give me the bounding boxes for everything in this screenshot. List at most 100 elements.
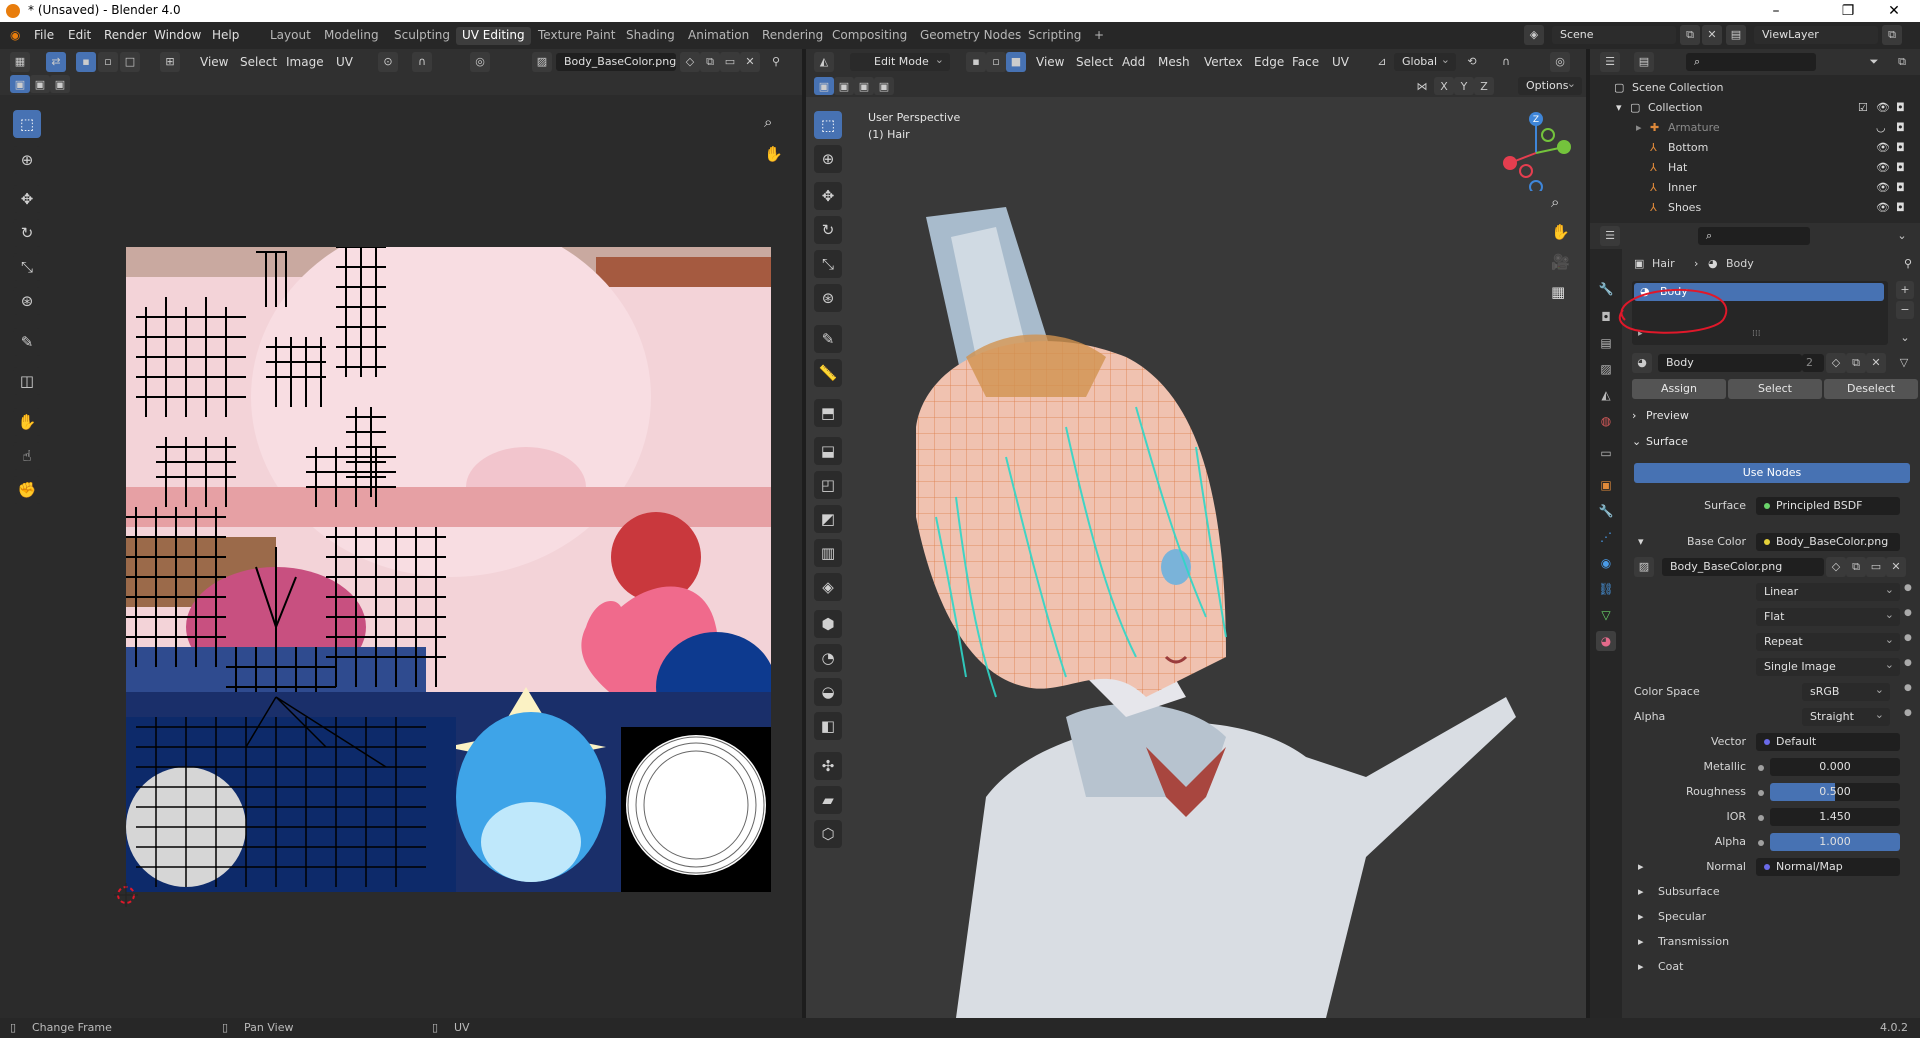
outliner-collection[interactable]: ▾ ▢ Collection ☑ 👁 ◘ xyxy=(1590,99,1905,119)
list-resize-handle[interactable]: ⁞⁞⁞ xyxy=(1752,329,1761,339)
move-3d-tool[interactable]: ✥ xyxy=(814,182,842,210)
tab-sculpting[interactable]: Sculpting xyxy=(388,27,456,45)
new-scene-icon[interactable]: ⧉ xyxy=(1680,25,1700,45)
extrude-tool[interactable]: ⬓ xyxy=(814,437,842,465)
transform-3d-tool[interactable]: ⊛ xyxy=(814,284,842,312)
material-name-field[interactable]: Body xyxy=(1658,354,1802,372)
collection-tab-icon[interactable]: ▭ xyxy=(1596,443,1616,463)
image-name-field[interactable]: Body_BaseColor.png xyxy=(556,53,676,71)
blender-menu-icon[interactable]: ◉ xyxy=(10,28,20,42)
annotate-3d-tool[interactable]: ✎ xyxy=(814,325,842,353)
pin-icon[interactable]: ⚲ xyxy=(766,52,786,72)
texture-open-icon[interactable]: ▭ xyxy=(1866,557,1886,577)
base-color-expand-icon[interactable]: ▾ xyxy=(1638,535,1644,548)
vertex-mode-icon[interactable]: ▪ xyxy=(966,52,986,72)
surface-shader-field[interactable]: Principled BSDF xyxy=(1756,497,1900,515)
viewport-editor-type-icon[interactable]: ◭ xyxy=(814,52,834,72)
assign-button[interactable]: Assign xyxy=(1632,379,1726,399)
rotate-3d-tool[interactable]: ↻ xyxy=(814,216,842,244)
filter-icon[interactable]: ⏷ xyxy=(1864,52,1884,72)
armature-camera-icon[interactable]: ◘ xyxy=(1896,121,1905,134)
annotate-tool[interactable]: ✎ xyxy=(13,328,41,356)
roughness-slider[interactable]: 0.500 xyxy=(1770,783,1900,801)
transform-tool[interactable]: ⊛ xyxy=(13,287,41,315)
tab-compositing[interactable]: Compositing xyxy=(826,27,913,45)
unlink-material-icon[interactable]: ✕ xyxy=(1866,353,1886,373)
viewport-menu-vertex[interactable]: Vertex xyxy=(1204,55,1243,69)
rip-region-tool[interactable]: ⬡ xyxy=(814,820,842,848)
tab-texture-paint[interactable]: Texture Paint xyxy=(532,27,621,45)
mode-selector[interactable]: Edit Mode xyxy=(850,53,950,71)
mirror-y[interactable]: Y xyxy=(1454,77,1474,95)
move-tool[interactable]: ✥ xyxy=(13,185,41,213)
fake-user-icon[interactable]: ◇ xyxy=(680,52,700,72)
proportional-edit-icon[interactable]: ◎ xyxy=(470,52,490,72)
add-slot-button[interactable]: + xyxy=(1896,281,1914,299)
properties-type-icon[interactable]: ☰ xyxy=(1600,226,1620,246)
tab-layout[interactable]: Layout xyxy=(264,27,317,45)
scene-tab-icon[interactable]: ◭ xyxy=(1596,385,1616,405)
viewport-menu-uv[interactable]: UV xyxy=(1332,55,1349,69)
material-tab-icon[interactable]: ◕ xyxy=(1596,631,1616,651)
tab-geometry-nodes[interactable]: Geometry Nodes xyxy=(914,27,1027,45)
constraints-tab-icon[interactable]: ⛓ xyxy=(1596,579,1616,599)
tweak-tool[interactable]: ⬚ xyxy=(13,110,41,138)
select-extend-icon[interactable]: ▣ xyxy=(30,75,50,93)
vertex-select-icon[interactable]: ▪ xyxy=(76,52,96,72)
view-layer-field[interactable]: ViewLayer xyxy=(1754,26,1878,44)
outliner-type-icon[interactable]: ☰ xyxy=(1600,52,1620,72)
scene-name-field[interactable]: Scene xyxy=(1552,26,1676,44)
viewport-zoom-icon[interactable]: ⌕ xyxy=(1551,193,1559,211)
physics-tab-icon[interactable]: ◉ xyxy=(1596,553,1616,573)
face-mode-icon[interactable]: ■ xyxy=(1006,52,1026,72)
tab-shading[interactable]: Shading xyxy=(620,27,681,45)
ortho-toggle-icon[interactable]: ▦ xyxy=(1551,283,1565,301)
outliner-item-armature[interactable]: ▸ ✚ Armature ◡ ◘ xyxy=(1590,119,1905,139)
measure-tool[interactable]: 📏 xyxy=(814,359,842,387)
rip-tool[interactable]: ◫ xyxy=(13,367,41,395)
scale-3d-tool[interactable]: ⤡ xyxy=(814,250,842,278)
viewport-select-subtract-icon[interactable]: ▣ xyxy=(854,77,874,95)
expand-arrow-icon[interactable]: ▸ xyxy=(1636,121,1642,134)
outliner-item-bottom[interactable]: ⅄ Bottom 👁 ◘ xyxy=(1590,139,1905,159)
preview-section[interactable]: Preview xyxy=(1646,409,1689,422)
edge-slide-tool[interactable]: ◧ xyxy=(814,712,842,740)
outliner-item-inner[interactable]: ⅄ Inner 👁 ◘ xyxy=(1590,179,1905,199)
object-tab-icon[interactable]: ▣ xyxy=(1596,475,1616,495)
menu-help[interactable]: Help xyxy=(212,28,239,42)
transform-orientation-icon[interactable]: ⊿ xyxy=(1372,52,1392,72)
browse-material-icon[interactable]: ◕ xyxy=(1632,353,1652,373)
select-box-tool[interactable]: ⬚ xyxy=(814,111,842,139)
particles-tab-icon[interactable]: ⋰ xyxy=(1596,527,1616,547)
viewport-proportional-icon[interactable]: ◎ xyxy=(1550,52,1570,72)
unlink-image-icon[interactable]: ✕ xyxy=(740,52,760,72)
view-layer-tab-icon[interactable]: ▨ xyxy=(1596,359,1616,379)
slot-specials-icon[interactable]: ⌄ xyxy=(1896,329,1914,347)
tab-animation[interactable]: Animation xyxy=(682,27,755,45)
viewport-select-new-icon[interactable]: ▣ xyxy=(814,77,834,95)
face-select-icon[interactable]: □ xyxy=(120,52,140,72)
maximize-button[interactable]: ❐ xyxy=(1828,2,1868,20)
texture-fake-user-icon[interactable]: ◇ xyxy=(1826,557,1846,577)
relax-tool[interactable]: ☝ xyxy=(13,442,41,470)
viewport-menu-mesh[interactable]: Mesh xyxy=(1158,55,1190,69)
extension-dropdown[interactable]: Repeat xyxy=(1756,633,1900,651)
hat-eye-icon[interactable]: 👁 xyxy=(1876,161,1890,174)
add-workspace-button[interactable]: + xyxy=(1088,27,1110,45)
vector-field[interactable]: Default xyxy=(1756,733,1900,751)
pivot-icon[interactable]: ⊙ xyxy=(378,52,398,72)
transform-orientation-dropdown[interactable]: Global xyxy=(1394,53,1456,71)
uv-select-mode-icon[interactable]: ⊞ xyxy=(160,52,180,72)
zoom-icon[interactable]: ⌕ xyxy=(764,113,772,131)
snap-icon[interactable]: ∩ xyxy=(412,52,432,72)
mirror-x[interactable]: X xyxy=(1434,77,1454,95)
collection-eye-icon[interactable]: 👁 xyxy=(1876,101,1890,114)
material-fake-user-icon[interactable]: ◇ xyxy=(1826,353,1846,373)
shear-tool[interactable]: ▰ xyxy=(814,786,842,814)
source-dropdown[interactable]: Single Image xyxy=(1756,658,1900,676)
subsurface-section[interactable]: Subsurface xyxy=(1658,885,1720,898)
normal-expand-icon[interactable]: ▸ xyxy=(1638,860,1644,873)
new-image-icon[interactable]: ⧉ xyxy=(700,52,720,72)
metallic-slider[interactable]: 0.000 xyxy=(1770,758,1900,776)
shoes-camera-icon[interactable]: ◘ xyxy=(1896,201,1905,214)
